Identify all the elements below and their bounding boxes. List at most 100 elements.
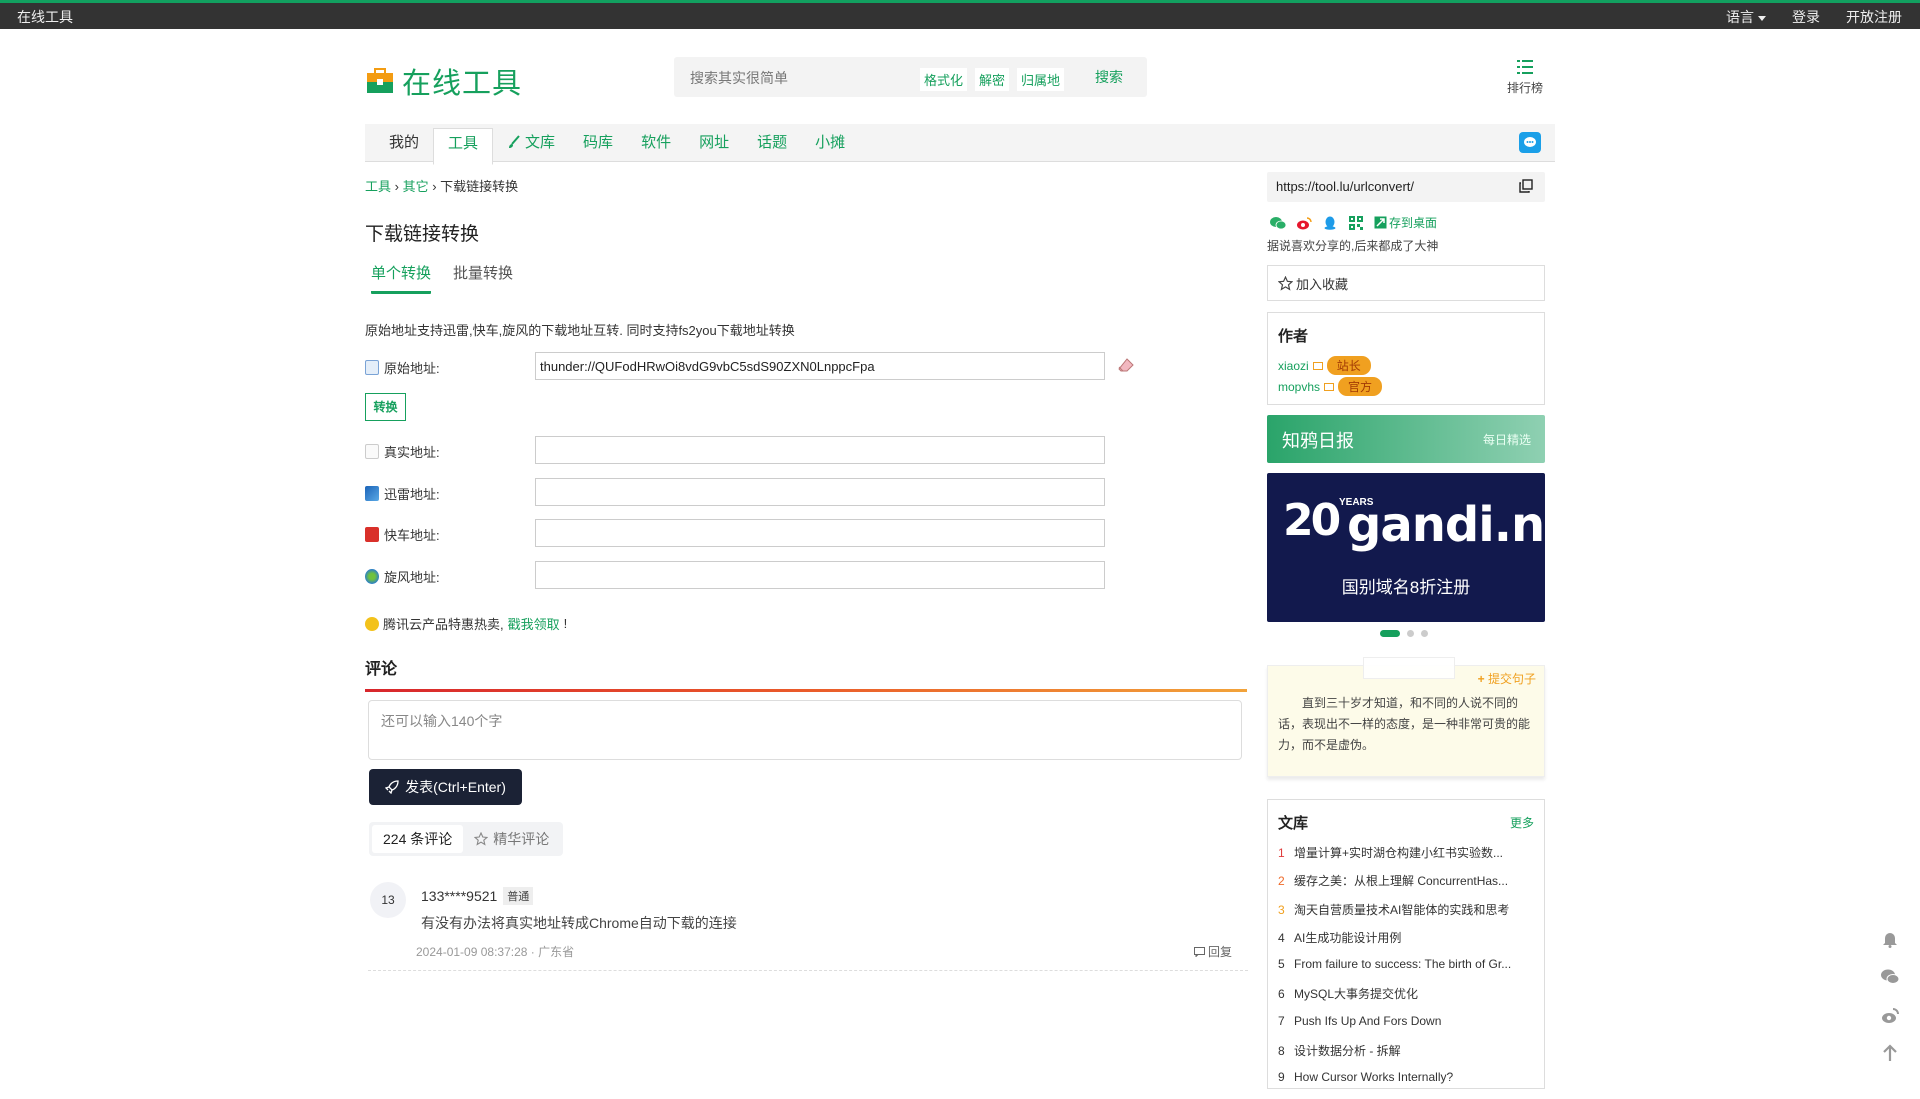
thunder-row: 迅雷地址: xyxy=(365,478,1135,506)
bell-icon[interactable] xyxy=(1880,930,1900,948)
quick-tag-location[interactable]: 归属地 xyxy=(1017,68,1065,91)
real-url-input[interactable] xyxy=(535,436,1105,464)
nav-mine[interactable]: 我的 xyxy=(365,124,433,161)
copy-icon[interactable] xyxy=(1519,179,1533,193)
site-logo[interactable]: 在线工具 xyxy=(366,60,522,102)
submit-quote-label: 提交句子 xyxy=(1487,672,1536,686)
add-favorite-button[interactable]: 加入收藏 xyxy=(1267,265,1545,301)
star-icon xyxy=(474,832,489,846)
reply-label: 回复 xyxy=(1207,945,1232,959)
comment-username[interactable]: 133****9521 xyxy=(421,888,497,904)
library-panel: 文库 更多 1 增量计算+实时湖仓构建小红书实验数... 2 缓存之美：从根上理解 … xyxy=(1267,799,1545,1089)
promo-text: 腾讯云产品特惠热卖, xyxy=(383,617,504,632)
eraser-icon[interactable] xyxy=(1118,358,1134,372)
flashget-label: 快车地址: xyxy=(384,528,440,543)
ad-years: 20 xyxy=(1283,495,1341,546)
wechat-icon[interactable] xyxy=(1880,968,1900,986)
list-item[interactable]: 1 增量计算+实时湖仓构建小红书实验数... xyxy=(1278,844,1536,872)
file-icon xyxy=(365,360,379,375)
daily-sub: 每日精选 xyxy=(1482,433,1531,447)
top-bar: 在线工具 语言 登录 开放注册 xyxy=(0,0,1920,29)
quick-tag-decrypt[interactable]: 解密 xyxy=(975,68,1010,91)
author-row: xiaozi 站长 xyxy=(1278,356,1371,375)
page-url[interactable]: https://tool.lu/urlconvert/ xyxy=(1276,179,1414,194)
list-index: 5 xyxy=(1278,957,1285,972)
nav-library[interactable]: 文库 xyxy=(493,124,569,161)
tab-single[interactable]: 单个转换 xyxy=(371,262,432,294)
qqxf-url-input[interactable] xyxy=(535,561,1105,589)
save-desktop-link[interactable]: 存到桌面 xyxy=(1374,214,1437,231)
post-comment-button[interactable]: 发表(Ctrl+Enter) xyxy=(369,769,522,805)
nav-topics[interactable]: 话题 xyxy=(743,124,801,161)
list-item-label: From failure to success: The birth of Gr… xyxy=(1294,957,1512,972)
logo-text: 在线工具 xyxy=(402,68,523,100)
comment-input[interactable] xyxy=(368,700,1242,760)
nav-software[interactable]: 软件 xyxy=(627,124,685,161)
quote-text: 直到三十岁才知道，和不同的人说不同的话，表现出不一样的态度，是一种非常可贵的能力… xyxy=(1278,696,1531,752)
ad-banner[interactable]: 20 YEARS gandi.net 国别域名8折注册 xyxy=(1267,473,1545,622)
list-item[interactable]: 9 How Cursor Works Internally? xyxy=(1278,1070,1536,1098)
topbar-brand[interactable]: 在线工具 xyxy=(17,7,73,27)
promo-line: 腾讯云产品特惠热卖, 戳我领取! xyxy=(365,614,567,633)
promo-link[interactable]: 戳我领取 xyxy=(508,614,560,633)
nav-websites[interactable]: 网址 xyxy=(685,124,743,161)
convert-button[interactable]: 转换 xyxy=(365,393,406,421)
list-item[interactable]: 5 From failure to success: The birth of G… xyxy=(1278,957,1536,985)
mail-icon[interactable] xyxy=(1324,382,1335,391)
list-item[interactable]: 8 设计数据分析 - 拆解 xyxy=(1278,1042,1536,1070)
post-button-label: 发表(Ctrl+Enter) xyxy=(405,779,506,795)
carousel-dot[interactable] xyxy=(1421,630,1428,637)
list-item[interactable]: 3 淘天自营质量技术AI智能体的实践和思考 xyxy=(1278,901,1536,929)
weibo-icon[interactable] xyxy=(1880,1006,1900,1024)
quick-tag-format[interactable]: 格式化 xyxy=(920,68,968,91)
daily-banner[interactable]: 知鸦日报 每日精选 xyxy=(1267,415,1545,463)
list-item[interactable]: 2 缓存之美：从根上理解 ConcurrentHas... xyxy=(1278,872,1536,900)
submit-quote-link[interactable]: + 提交句子 xyxy=(1478,670,1536,687)
chat-icon[interactable] xyxy=(1519,132,1541,153)
tab-all-comments[interactable]: 224 条评论 xyxy=(372,825,464,853)
weibo-icon[interactable] xyxy=(1296,216,1312,230)
carousel-dot[interactable] xyxy=(1407,630,1414,637)
author-name[interactable]: mopvhs xyxy=(1278,380,1320,394)
breadcrumb-other[interactable]: 其它 xyxy=(403,179,429,194)
language-menu[interactable]: 语言 xyxy=(1726,7,1766,27)
thunder-icon xyxy=(365,486,379,501)
list-item[interactable]: 7 Push Ifs Up And Fors Down xyxy=(1278,1014,1536,1042)
qq-icon[interactable] xyxy=(1322,216,1338,230)
thunder-url-input[interactable] xyxy=(535,478,1105,506)
favorite-label: 加入收藏 xyxy=(1296,276,1349,292)
list-item[interactable]: 4 AI生成功能设计用例 xyxy=(1278,929,1536,957)
nav-stall[interactable]: 小摊 xyxy=(801,124,859,161)
list-item[interactable]: 6 MySQL大事务提交优化 xyxy=(1278,985,1536,1013)
qrcode-icon[interactable] xyxy=(1348,215,1364,230)
flashget-url-input[interactable] xyxy=(535,519,1105,547)
wechat-icon[interactable] xyxy=(1270,216,1286,230)
list-item-label: MySQL大事务提交优化 xyxy=(1294,987,1419,1002)
library-more-link[interactable]: 更多 xyxy=(1510,814,1534,831)
login-link[interactable]: 登录 xyxy=(1792,7,1820,27)
avatar[interactable]: 13 xyxy=(370,882,406,918)
list-index: 9 xyxy=(1278,1070,1285,1085)
mail-icon[interactable] xyxy=(1312,361,1323,370)
tab-batch[interactable]: 批量转换 xyxy=(453,262,513,294)
share-bar: 存到桌面 xyxy=(1270,214,1437,231)
qqxf-label: 旋风地址: xyxy=(384,570,440,585)
ranking-link[interactable]: 排行榜 xyxy=(1505,60,1545,96)
comments-divider xyxy=(365,689,1247,692)
original-label-wrap: 原始地址: xyxy=(365,358,440,377)
search-input[interactable] xyxy=(688,65,912,91)
nav-code[interactable]: 码库 xyxy=(569,124,627,161)
search-button[interactable]: 搜索 xyxy=(1095,67,1123,87)
author-name[interactable]: xiaozi xyxy=(1278,359,1309,373)
featured-label: 精华评论 xyxy=(493,831,550,847)
nav-tools[interactable]: 工具 xyxy=(433,128,494,165)
ad-brand: gandi.net xyxy=(1347,497,1545,553)
breadcrumb-tools[interactable]: 工具 xyxy=(365,179,391,194)
reply-button[interactable]: 回复 xyxy=(1193,943,1232,960)
library-list: 1 增量计算+实时湖仓构建小红书实验数... 2 缓存之美：从根上理解 Concur… xyxy=(1278,844,1536,1099)
register-link[interactable]: 开放注册 xyxy=(1846,7,1902,27)
arrow-up-icon[interactable] xyxy=(1880,1044,1900,1062)
original-url-input[interactable] xyxy=(535,352,1105,380)
carousel-dot-active[interactable] xyxy=(1380,630,1400,637)
tab-featured-comments[interactable]: 精华评论 xyxy=(463,825,560,853)
